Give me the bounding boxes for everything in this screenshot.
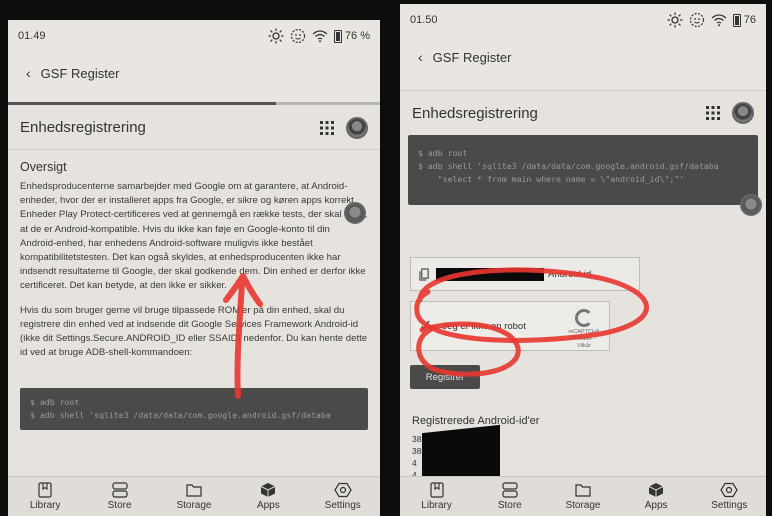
redacted-android-id (436, 267, 544, 281)
recaptcha-brand: reCAPTCHA (568, 329, 600, 335)
floating-assist-button[interactable] (344, 202, 366, 224)
page-load-progress (8, 102, 380, 105)
apps-grid-icon[interactable] (706, 106, 720, 120)
status-time: 01.49 (18, 30, 46, 42)
section-title-overview: Oversigt (20, 160, 67, 174)
code-line-1: $ adb root (30, 397, 80, 408)
battery-indicator: 76 (732, 13, 756, 27)
nav-apps[interactable]: Apps (626, 482, 686, 511)
status-bar: 01.50 76 (400, 4, 766, 36)
battery-level: 76 (743, 14, 756, 26)
nav-settings[interactable]: Settings (313, 482, 373, 511)
adb-command-block: $ adb root $ adb shell 'sqlite3 /data/da… (20, 388, 368, 431)
library-icon (429, 482, 444, 498)
battery-icon (732, 13, 741, 27)
registered-ids-heading: Registrerede Android-id'er (412, 415, 540, 427)
settings-hexagon-icon (334, 482, 352, 498)
status-bar: 01.49 76 % (8, 20, 380, 52)
nav-library-label: Library (421, 500, 452, 511)
code-line-2: $ adb shell 'sqlite3 /data/data/com.goog… (418, 161, 719, 171)
floating-assist-button[interactable] (740, 194, 762, 216)
brightness-icon (667, 12, 683, 28)
back-arrow-icon[interactable]: ‹ (418, 49, 423, 65)
nav-library-label: Library (29, 500, 61, 511)
brightness-icon (268, 28, 284, 44)
recaptcha-logo-icon (575, 309, 593, 327)
registered-ids-list: 38 38 4 4 (400, 424, 766, 488)
nav-storage-label: Storage (176, 500, 212, 511)
web-content[interactable]: Enhedsregistrering $ adb root $ adb shel… (400, 90, 766, 488)
nav-store-label: Store (497, 500, 522, 511)
account-avatar[interactable] (346, 116, 368, 139)
wifi-icon (312, 30, 328, 43)
nav-storage[interactable]: Storage (164, 482, 224, 511)
android-id-field[interactable]: Android-id (410, 257, 640, 291)
app-bar: ‹ GSF Register (8, 58, 380, 88)
code-line-3: "select * from main where name = \"andro… (418, 174, 685, 184)
eye-care-icon (290, 28, 306, 44)
page-load-fill (8, 102, 276, 105)
settings-hexagon-icon (720, 482, 739, 498)
bottom-navigation: Library Store Storage Apps Settings (8, 476, 380, 516)
page-title: Enhedsregistrering (412, 104, 538, 122)
register-button[interactable]: Registrer (410, 365, 480, 389)
wifi-icon (711, 14, 727, 27)
battery-icon (333, 29, 342, 43)
nav-store[interactable]: Store (480, 482, 540, 511)
eye-care-icon (689, 12, 704, 28)
checkmark-icon[interactable]: ✓ (419, 316, 432, 336)
nav-apps-label: Apps (256, 500, 280, 511)
recaptcha-badge: reCAPTCHA Privatliv - Vilkår (567, 309, 601, 350)
app-bar: ‹ GSF Register (400, 42, 766, 72)
eink-device-screen: 01.49 76 % ‹ GSF Register Enhedsregistre… (8, 20, 380, 516)
nav-library[interactable]: Library (407, 482, 467, 511)
code-line-2: $ adb shell 'sqlite3 /data/data/com.goog… (30, 410, 331, 421)
code-line-1: $ adb root (418, 148, 468, 158)
battery-indicator: 76 % (333, 29, 370, 43)
instructions-paragraph: Hvis du som bruger gerne vil bruge tilpa… (20, 304, 368, 359)
overview-paragraph: Enhedsproducenterne samarbejder med Goog… (20, 181, 368, 292)
nav-store-label: Store (107, 500, 132, 511)
android-id-label: Android-id (548, 268, 592, 280)
web-content[interactable]: Enhedsregistrering Oversigt Enhedsproduc… (8, 106, 380, 476)
account-avatar[interactable] (732, 102, 754, 124)
recaptcha-label: Jeg er ikke en robot (442, 320, 526, 332)
status-time: 01.50 (410, 14, 438, 26)
store-icon (502, 482, 518, 498)
apps-cube-icon (261, 483, 276, 497)
store-icon (111, 482, 128, 498)
app-title: GSF Register (40, 65, 120, 81)
nav-settings-label: Settings (711, 500, 748, 511)
right-photo: 01.50 76 ‹ GSF Register Enhedsregistreri… (386, 0, 772, 516)
bottom-navigation: Library Store Storage Apps Settings (400, 476, 766, 516)
page-header: Enhedsregistrering (8, 106, 380, 150)
adb-command-block: $ adb root $ adb shell 'sqlite3 /data/da… (408, 135, 758, 205)
nav-settings-label: Settings (324, 500, 361, 511)
app-title: GSF Register (432, 49, 512, 65)
storage-folder-icon (186, 484, 202, 497)
left-photo: 01.49 76 % ‹ GSF Register Enhedsregistre… (0, 0, 386, 516)
nav-storage-label: Storage (565, 500, 601, 511)
page-header: Enhedsregistrering (400, 91, 766, 135)
nav-settings[interactable]: Settings (699, 482, 759, 511)
recaptcha-links[interactable]: Privatliv - Vilkår (567, 336, 601, 350)
nav-store[interactable]: Store (90, 482, 150, 511)
nav-apps[interactable]: Apps (238, 482, 298, 511)
apps-grid-icon[interactable] (320, 120, 334, 135)
eink-device-screen: 01.50 76 ‹ GSF Register Enhedsregistreri… (400, 4, 766, 516)
storage-folder-icon (575, 484, 591, 497)
apps-cube-icon (648, 483, 664, 497)
recaptcha-widget[interactable]: ✓ Jeg er ikke en robot reCAPTCHA Privatl… (410, 301, 610, 351)
nav-library[interactable]: Library (15, 482, 75, 511)
copy-icon (419, 267, 429, 281)
back-arrow-icon[interactable]: ‹ (26, 65, 31, 81)
page-title: Enhedsregistrering (20, 119, 146, 136)
library-icon (38, 482, 52, 498)
battery-level: 76 % (344, 30, 370, 42)
nav-apps-label: Apps (644, 500, 668, 511)
nav-storage[interactable]: Storage (553, 482, 613, 511)
